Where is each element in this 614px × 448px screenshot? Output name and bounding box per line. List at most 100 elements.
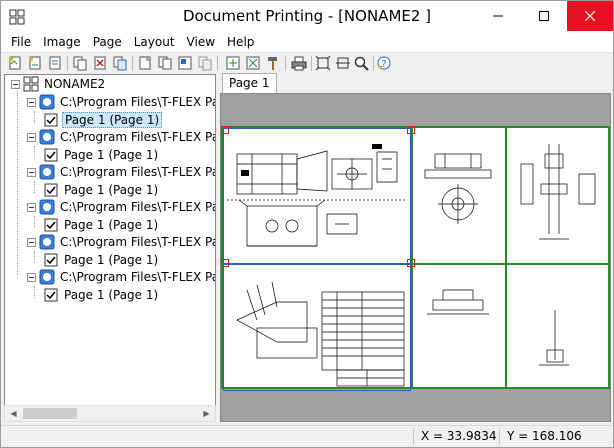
fit-page-icon[interactable] xyxy=(315,55,331,71)
tree-file-item[interactable]: C:\Program Files\T-FLEX Paran xyxy=(27,163,215,181)
remove-page-icon[interactable] xyxy=(197,55,213,71)
status-y-coordinate: Y = 168.106 xyxy=(507,429,582,443)
tree-root[interactable]: NONAME2 xyxy=(11,75,107,93)
tree-page-item[interactable]: Page 1 (Page 1) xyxy=(43,181,160,199)
tree-file-path: C:\Program Files\T-FLEX Paran xyxy=(60,165,215,179)
tab-page-1[interactable]: Page 1 xyxy=(222,73,277,93)
replace-file-icon[interactable] xyxy=(47,55,63,71)
tree-page-item[interactable]: Page 1 (Page 1) xyxy=(43,146,160,164)
add-file-icon[interactable] xyxy=(7,55,23,71)
page-check-icon xyxy=(44,218,58,232)
menu-image[interactable]: Image xyxy=(37,35,87,49)
tree-file-path: C:\Program Files\T-FLEX Paran xyxy=(60,200,215,214)
technical-drawing-3 xyxy=(520,144,596,240)
tree-file-path: C:\Program Files\T-FLEX Paran xyxy=(60,235,215,249)
collapse-icon[interactable] xyxy=(27,272,36,282)
page-check-icon xyxy=(44,113,58,127)
svg-text:?: ? xyxy=(381,59,386,70)
tflex-drawing-icon xyxy=(39,199,55,215)
collapse-icon[interactable] xyxy=(27,97,36,107)
tree-page-label: Page 1 (Page 1) xyxy=(62,112,163,128)
tree-page-item[interactable]: Page 1 (Page 1) xyxy=(43,286,160,304)
arrange-icon[interactable] xyxy=(225,55,241,71)
collapse-icon[interactable] xyxy=(27,202,36,212)
collapse-icon[interactable] xyxy=(27,167,36,177)
placement-marker[interactable] xyxy=(407,259,415,267)
placement-marker[interactable] xyxy=(407,126,415,134)
duplicate-page-icon[interactable] xyxy=(157,55,173,71)
document-grid-icon xyxy=(23,76,39,92)
minimize-icon xyxy=(493,15,503,17)
page-properties-icon[interactable] xyxy=(112,55,128,71)
maximize-icon xyxy=(539,11,549,21)
tree-root-label: NONAME2 xyxy=(44,77,106,91)
tree-file-path: C:\Program Files\T-FLEX Paran xyxy=(60,95,215,109)
tree-file-item[interactable]: C:\Program Files\T-FLEX Paran xyxy=(27,128,215,146)
title-bar: Document Printing - [NONAME2 ] xyxy=(1,1,613,32)
scroll-right-icon[interactable]: ▶ xyxy=(198,406,215,421)
maximize-button[interactable] xyxy=(521,1,567,31)
delete-page-icon[interactable] xyxy=(92,55,108,71)
preview-tabs: Page 1 xyxy=(220,73,611,93)
technical-drawing-4 xyxy=(236,281,405,387)
technical-drawing-1 xyxy=(227,144,407,247)
tree-file-item[interactable]: C:\Program Files\T-FLEX Paran xyxy=(27,198,215,216)
tflex-drawing-icon xyxy=(39,234,55,250)
context-help-icon[interactable]: ? xyxy=(376,55,392,71)
tree-page-item[interactable]: Page 1 (Page 1) xyxy=(43,216,160,234)
collapse-icon[interactable] xyxy=(27,132,36,142)
print-sheet[interactable] xyxy=(221,126,610,391)
tree-page-label: Page 1 (Page 1) xyxy=(64,148,159,162)
tree-page-label: Page 1 (Page 1) xyxy=(64,183,159,197)
tree-page-item[interactable]: Page 1 (Page 1) xyxy=(43,251,160,269)
tree-file-item[interactable]: C:\Program Files\T-FLEX Paran xyxy=(27,93,215,111)
copy-page-icon[interactable] xyxy=(72,55,88,71)
tree-page-label: Page 1 (Page 1) xyxy=(64,218,159,232)
add-folder-icon[interactable] xyxy=(27,55,43,71)
status-x-coordinate: X = 33.9834 xyxy=(421,429,497,443)
page-check-icon xyxy=(44,148,58,162)
zoom-icon[interactable] xyxy=(353,55,369,71)
tree-page-label: Page 1 (Page 1) xyxy=(64,253,159,267)
menu-page[interactable]: Page xyxy=(87,35,128,49)
page-check-icon xyxy=(44,183,58,197)
page-check-icon xyxy=(44,253,58,267)
auto-layout-icon[interactable] xyxy=(245,55,261,71)
placement-marker[interactable] xyxy=(221,126,229,134)
minimize-button[interactable] xyxy=(475,1,521,31)
page-layout-icon[interactable] xyxy=(177,55,193,71)
menu-layout[interactable]: Layout xyxy=(128,35,181,49)
tree-file-path: C:\Program Files\T-FLEX Paran xyxy=(60,130,215,144)
close-button[interactable] xyxy=(567,1,613,31)
new-page-icon[interactable] xyxy=(137,55,153,71)
fit-width-icon[interactable] xyxy=(335,55,351,71)
tree-page-item[interactable]: Page 1 (Page 1) xyxy=(43,111,163,129)
menu-view[interactable]: View xyxy=(181,35,221,49)
tflex-drawing-icon xyxy=(39,94,55,110)
tree-file-item[interactable]: C:\Program Files\T-FLEX Paran xyxy=(27,268,215,286)
technical-drawing-5 xyxy=(427,289,489,315)
status-bar: X = 33.9834 Y = 168.106 xyxy=(1,425,613,447)
menu-file[interactable]: File xyxy=(5,35,37,49)
document-tree[interactable]: NONAME2 C:\Program Files\T-FLEX Paran Pa… xyxy=(4,74,216,422)
print-icon[interactable] xyxy=(291,55,307,71)
menu-help[interactable]: Help xyxy=(221,35,260,49)
print-preview[interactable] xyxy=(220,93,611,422)
tflex-drawing-icon xyxy=(39,129,55,145)
technical-drawing-2 xyxy=(424,153,492,224)
collapse-icon[interactable] xyxy=(11,79,20,89)
tflex-drawing-icon xyxy=(39,269,55,285)
tree-file-item[interactable]: C:\Program Files\T-FLEX Paran xyxy=(27,233,215,251)
toolbar: ? xyxy=(1,52,613,73)
scroll-left-icon[interactable]: ◀ xyxy=(5,406,22,421)
technical-drawing-6 xyxy=(539,310,569,366)
hammer-icon[interactable] xyxy=(265,55,281,71)
tree-file-path: C:\Program Files\T-FLEX Paran xyxy=(60,270,215,284)
placement-marker[interactable] xyxy=(221,259,229,267)
document-printing-window: Document Printing - [NONAME2 ] File Imag… xyxy=(0,0,614,448)
collapse-icon[interactable] xyxy=(27,237,36,247)
tree-horizontal-scrollbar[interactable]: ◀ ▶ xyxy=(4,405,216,422)
scrollbar-thumb[interactable] xyxy=(23,408,77,419)
menu-bar: File Image Page Layout View Help xyxy=(1,32,613,52)
page-check-icon xyxy=(44,288,58,302)
